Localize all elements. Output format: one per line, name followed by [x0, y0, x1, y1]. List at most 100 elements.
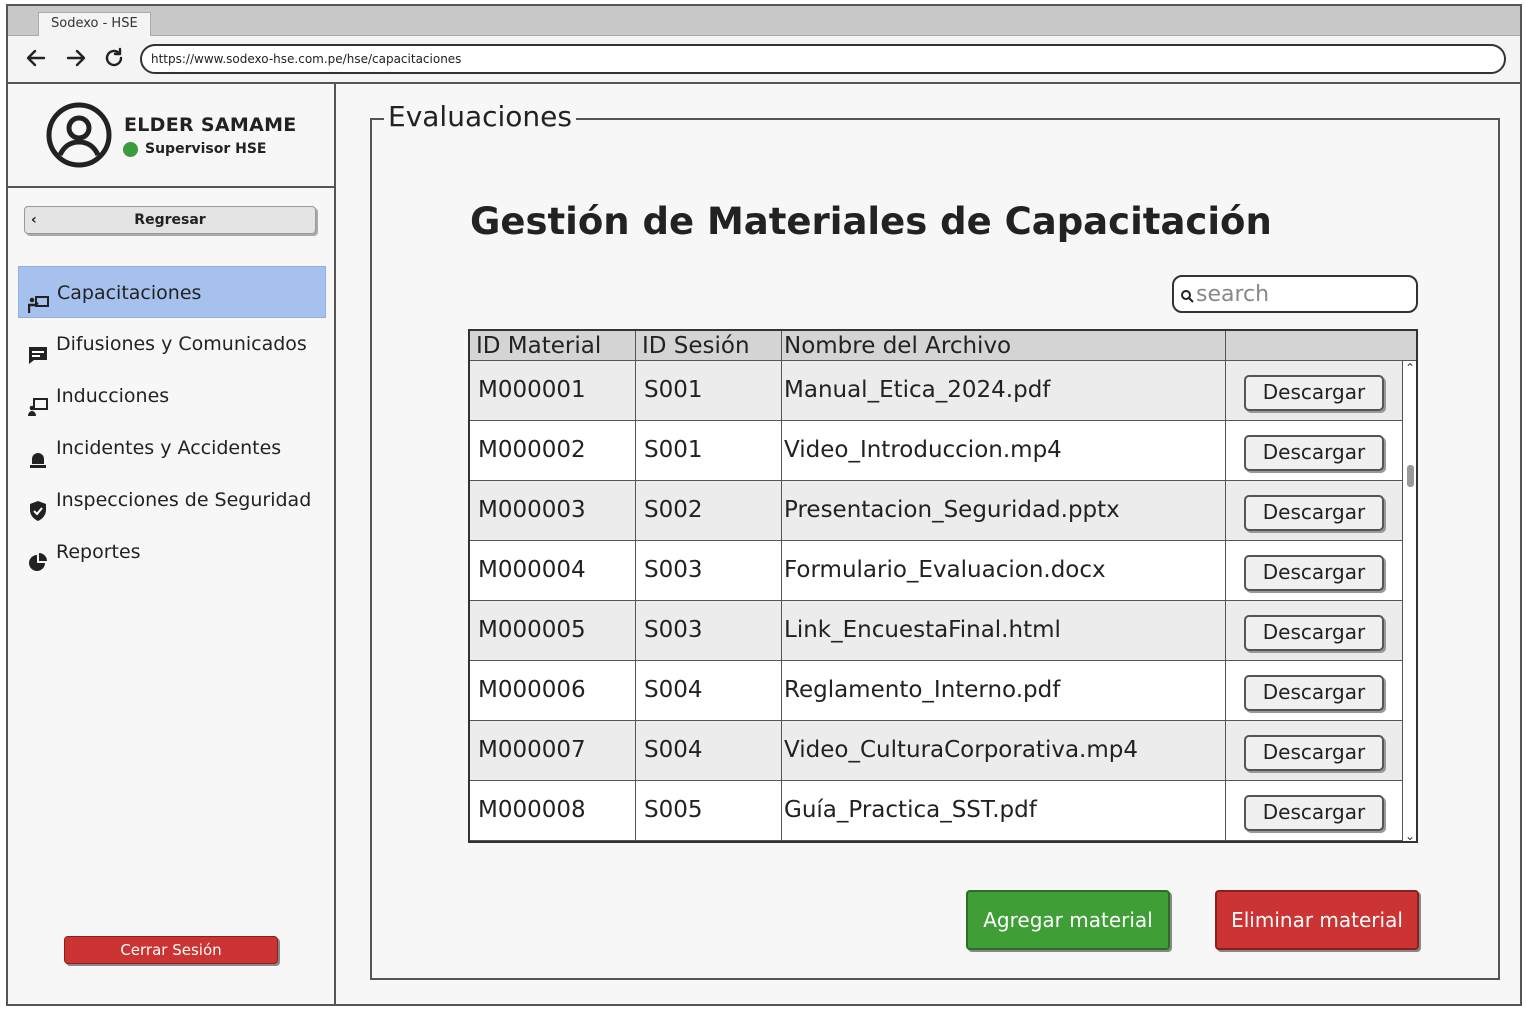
scrollbar-thumb[interactable]: [1407, 465, 1414, 487]
cell-id-material: M000002: [470, 421, 636, 480]
table-row[interactable]: M000003 S002 Presentacion_Seguridad.pptx De…: [470, 481, 1402, 541]
browser-tab[interactable]: Sodexo - HSE: [38, 12, 151, 36]
cell-id-sesion: S004: [636, 661, 782, 720]
delete-material-button[interactable]: Eliminar material: [1215, 890, 1419, 950]
cell-id-sesion: S003: [636, 601, 782, 660]
shield-check-icon: [27, 490, 49, 521]
download-button[interactable]: Descargar: [1244, 795, 1384, 831]
cell-actions: Descargar: [1226, 781, 1402, 840]
pie-chart-icon: [27, 542, 49, 571]
sidebar-item-label: Inducciones: [56, 385, 170, 407]
address-bar[interactable]: https://www.sodexo-hse.com.pe/hse/capaci…: [140, 44, 1506, 74]
sidebar-item-inducciones[interactable]: Inducciones: [18, 370, 326, 422]
message-icon: [27, 334, 49, 364]
search-icon: [1180, 288, 1194, 303]
presentation-icon: [27, 386, 49, 416]
back-button-label: Regresar: [134, 212, 206, 228]
user-profile: ELDER SAMAME Supervisor HSE: [8, 84, 334, 188]
cell-file-name: Reglamento_Interno.pdf: [782, 661, 1226, 720]
sidebar-item-inspecciones[interactable]: Inspecciones de Seguridad: [18, 474, 326, 526]
cell-id-material: M000007: [470, 721, 636, 780]
chevron-up-icon[interactable]: ⌃: [1405, 361, 1415, 375]
user-name: ELDER SAMAME: [124, 114, 297, 136]
search-box: [1172, 275, 1418, 313]
chevron-left-icon: ‹: [31, 212, 37, 228]
cell-id-sesion: S003: [636, 541, 782, 600]
cell-file-name: Guía_Practica_SST.pdf: [782, 781, 1226, 840]
online-status-icon: [123, 142, 138, 157]
avatar: [46, 102, 112, 168]
tab-bar: Sodexo - HSE: [8, 6, 1520, 36]
download-button[interactable]: Descargar: [1244, 555, 1384, 591]
navigation-bar: https://www.sodexo-hse.com.pe/hse/capaci…: [8, 36, 1520, 84]
cell-file-name: Presentacion_Seguridad.pptx: [782, 481, 1226, 540]
sidebar-item-capacitaciones[interactable]: Capacitaciones: [18, 266, 326, 318]
download-button[interactable]: Descargar: [1244, 615, 1384, 651]
cell-actions: Descargar: [1226, 361, 1402, 420]
sidebar-menu: Capacitaciones Difusiones y Comunicados …: [18, 266, 326, 578]
cell-file-name: Video_Introduccion.mp4: [782, 421, 1226, 480]
download-button[interactable]: Descargar: [1244, 435, 1384, 471]
table-row[interactable]: M000005 S003 Link_EncuestaFinal.html Descar…: [470, 601, 1402, 661]
cell-id-sesion: S001: [636, 361, 782, 420]
sidebar-item-reportes[interactable]: Reportes: [18, 526, 326, 578]
section-legend: Evaluaciones: [384, 100, 576, 133]
page-title: Gestión de Materiales de Capacitación: [470, 200, 1272, 243]
back-button[interactable]: ‹ Regresar: [24, 206, 316, 234]
table-row[interactable]: M000006 S004 Reglamento_Interno.pdf Descarg…: [470, 661, 1402, 721]
column-header-id-material[interactable]: ID Material: [470, 331, 636, 361]
reload-icon[interactable]: [100, 46, 128, 74]
table-row[interactable]: M000008 S005 Guía_Practica_SST.pdf Descarga…: [470, 781, 1402, 841]
cell-file-name: Link_EncuestaFinal.html: [782, 601, 1226, 660]
forward-arrow-icon[interactable]: [62, 46, 90, 74]
sidebar-item-label: Reportes: [56, 541, 141, 563]
sidebar-item-label: Capacitaciones: [57, 282, 202, 304]
search-input[interactable]: [1196, 279, 1406, 309]
cell-id-material: M000006: [470, 661, 636, 720]
column-header-actions: [1226, 331, 1416, 361]
cell-id-sesion: S004: [636, 721, 782, 780]
column-header-id-sesion[interactable]: ID Sesión: [636, 331, 782, 361]
cell-id-material: M000001: [470, 361, 636, 420]
sidebar-item-label: Difusiones y Comunicados: [56, 333, 307, 355]
table-header: ID Material ID Sesión Nombre del Archivo: [470, 331, 1416, 361]
cell-id-sesion: S005: [636, 781, 782, 840]
sidebar: ELDER SAMAME Supervisor HSE ‹ Regresar C…: [8, 84, 336, 1004]
chevron-down-icon[interactable]: ⌄: [1405, 829, 1415, 841]
sidebar-item-label: Incidentes y Accidentes: [56, 437, 282, 459]
sidebar-item-label: Inspecciones de Seguridad: [56, 489, 312, 511]
table-row[interactable]: M000001 S001 Manual_Etica_2024.pdf Descarga…: [470, 361, 1402, 421]
cell-id-sesion: S002: [636, 481, 782, 540]
cell-id-material: M000004: [470, 541, 636, 600]
download-button[interactable]: Descargar: [1244, 375, 1384, 411]
download-button[interactable]: Descargar: [1244, 495, 1384, 531]
sidebar-item-difusiones[interactable]: Difusiones y Comunicados: [18, 318, 326, 370]
cell-file-name: Formulario_Evaluacion.docx: [782, 541, 1226, 600]
cell-id-material: M000005: [470, 601, 636, 660]
cell-file-name: Manual_Etica_2024.pdf: [782, 361, 1226, 420]
cell-id-material: M000008: [470, 781, 636, 840]
cell-actions: Descargar: [1226, 421, 1402, 480]
download-button[interactable]: Descargar: [1244, 735, 1384, 771]
cell-actions: Descargar: [1226, 541, 1402, 600]
download-button[interactable]: Descargar: [1244, 675, 1384, 711]
back-arrow-icon[interactable]: [22, 46, 50, 74]
alarm-light-icon: [27, 438, 49, 468]
table-row[interactable]: M000002 S001 Video_Introduccion.mp4 Descarg…: [470, 421, 1402, 481]
cell-actions: Descargar: [1226, 601, 1402, 660]
cell-id-sesion: S001: [636, 421, 782, 480]
training-icon: [27, 283, 50, 313]
cell-id-material: M000003: [470, 481, 636, 540]
add-material-button[interactable]: Agregar material: [966, 890, 1170, 950]
cell-actions: Descargar: [1226, 661, 1402, 720]
table-scrollbar[interactable]: ⌃ ⌄: [1402, 361, 1416, 841]
column-header-nombre-archivo[interactable]: Nombre del Archivo: [782, 331, 1226, 361]
table-row[interactable]: M000007 S004 Video_CulturaCorporativa.mp4 D…: [470, 721, 1402, 781]
cell-file-name: Video_CulturaCorporativa.mp4: [782, 721, 1226, 780]
cell-actions: Descargar: [1226, 721, 1402, 780]
logout-button[interactable]: Cerrar Sesión: [64, 936, 278, 964]
cell-actions: Descargar: [1226, 481, 1402, 540]
sidebar-item-incidentes[interactable]: Incidentes y Accidentes: [18, 422, 326, 474]
table-row[interactable]: M000004 S003 Formulario_Evaluacion.docx Des…: [470, 541, 1402, 601]
user-role: Supervisor HSE: [145, 141, 267, 157]
